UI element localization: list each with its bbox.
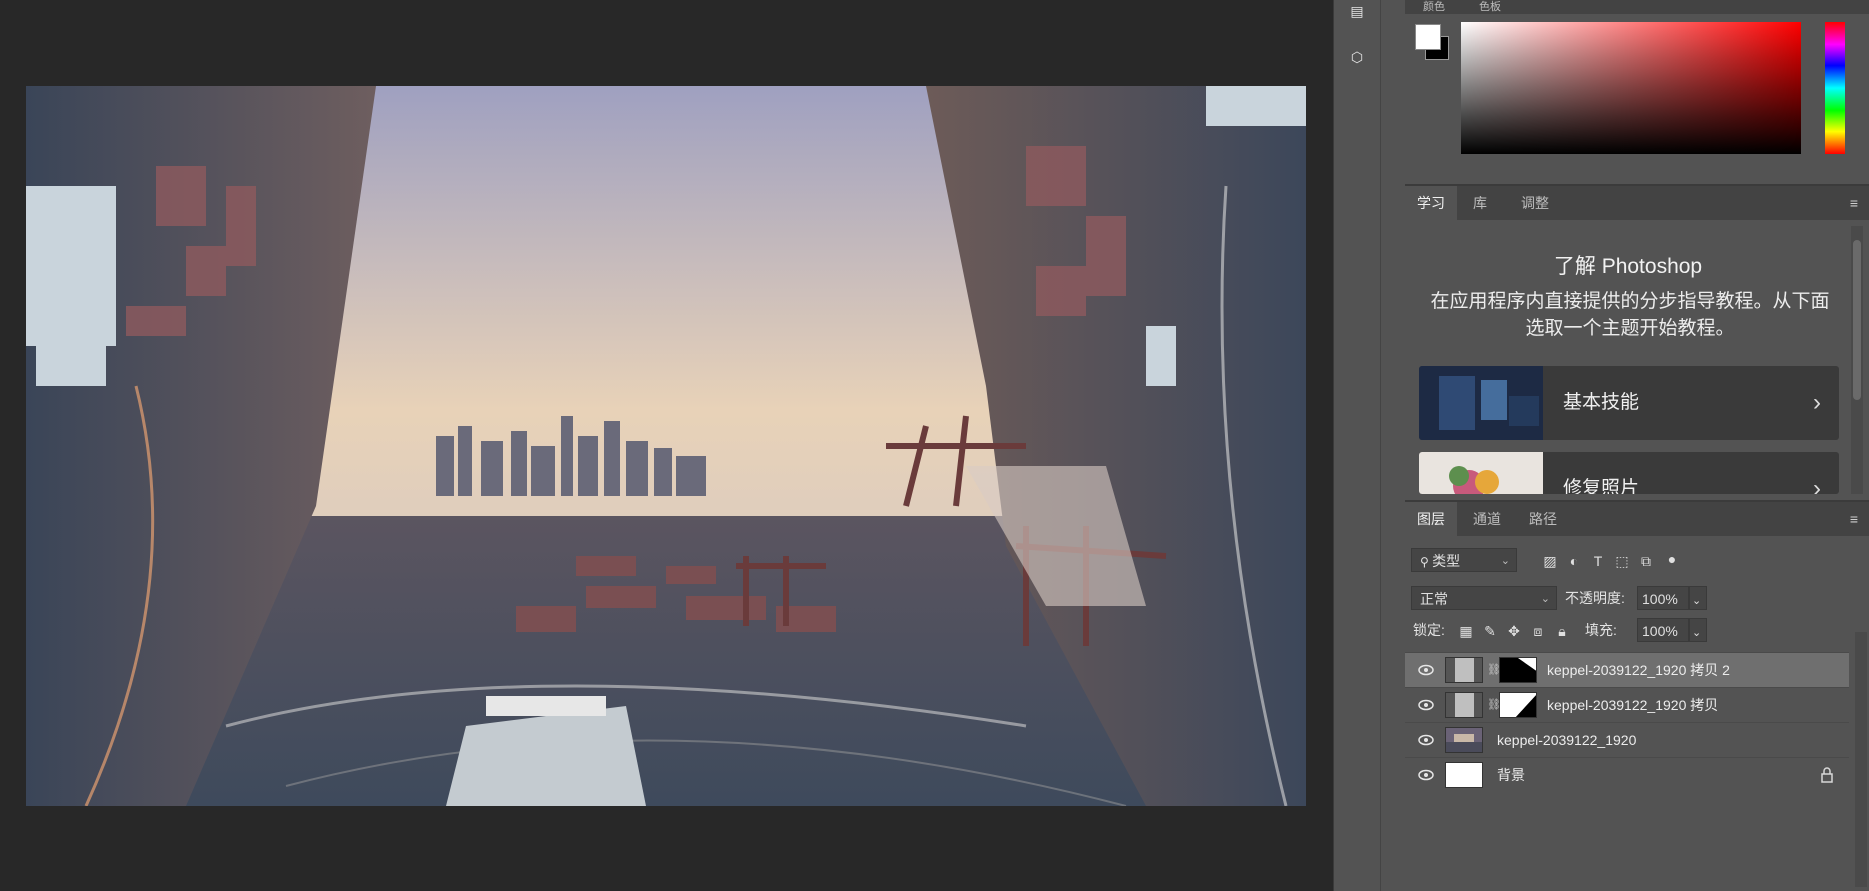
learn-card-label: 基本技能 [1563, 392, 1640, 413]
chevron-down-icon: ⌄ [1540, 593, 1550, 605]
layers-scrollbar[interactable] [1855, 632, 1867, 887]
dock-icon-column: ▤ ⬡ [1334, 0, 1381, 891]
fill-label: 填充: [1585, 622, 1617, 638]
learn-description: 在应用程序内直接提供的分步指导教程。从下面选取一个主题开始教程。 [1430, 291, 1830, 339]
lock-image-icon[interactable]: ✎ [1481, 622, 1499, 640]
tab-layers[interactable]: 图层 [1405, 502, 1457, 536]
right-panels: 颜色 色板 学习 库 调整 ≡ 了解 Photoshop 在应用程序内直接提供的… [1405, 0, 1869, 891]
inception-city-artwork [26, 86, 1306, 806]
3d-icon[interactable]: ⬡ [1345, 46, 1369, 68]
document-image[interactable] [26, 86, 1306, 806]
tab-swatches[interactable]: 色板 [1467, 0, 1513, 14]
layer-row[interactable]: ⛓ keppel-2039122_1920 拷贝 [1405, 687, 1849, 722]
opacity-value: 100% [1642, 591, 1678, 607]
opacity-dropdown[interactable]: ⌄ [1689, 586, 1707, 610]
learn-scrollbar[interactable] [1851, 226, 1863, 494]
color-panel-tabs: 颜色 色板 [1405, 0, 1869, 14]
chevron-right-icon: › [1813, 389, 1821, 416]
chevron-down-icon: ⌄ [1500, 555, 1510, 567]
chevron-right-icon: › [1813, 475, 1821, 494]
layer-row[interactable]: 背景 [1405, 757, 1849, 792]
layer-filter-row: ⚲ 类型 ⌄ ▨ ◐ T ⬚ ⧉ ● [1405, 546, 1855, 574]
color-picker-field[interactable] [1461, 22, 1801, 154]
pixel-filter-icon[interactable]: ▨ [1541, 552, 1559, 570]
chevron-down-icon: ⌄ [1692, 595, 1702, 607]
lock-transparent-icon[interactable]: ▦ [1457, 622, 1475, 640]
layer-name: keppel-2039122_1920 拷贝 2 [1547, 662, 1730, 678]
opacity-label: 不透明度: [1565, 590, 1625, 606]
search-icon: ⚲ [1420, 555, 1433, 569]
tab-adjustments[interactable]: 调整 [1509, 186, 1561, 220]
lock-all-icon[interactable]: 🔒︎ [1553, 622, 1571, 640]
layer-name: keppel-2039122_1920 [1497, 732, 1637, 748]
layer-name: keppel-2039122_1920 拷贝 [1547, 697, 1719, 713]
layer-name: 背景 [1497, 767, 1525, 783]
learn-title: 了解 Photoshop [1553, 255, 1703, 278]
fill-value: 100% [1642, 623, 1678, 639]
foreground-color-swatch[interactable] [1415, 24, 1441, 50]
chevron-down-icon: ⌄ [1692, 627, 1702, 639]
layer-thumbnail [1445, 692, 1483, 718]
lock-position-icon[interactable]: ✥ [1505, 622, 1523, 640]
tab-paths[interactable]: 路径 [1517, 502, 1569, 536]
panel-dock-strip: ▤ ⬡ [1333, 0, 1407, 891]
eye-icon[interactable] [1417, 731, 1435, 749]
layer-mask-thumbnail[interactable] [1499, 657, 1537, 683]
lock-artboard-icon[interactable]: ⧈ [1529, 622, 1547, 640]
layers-panel-tabs: 图层 通道 路径 ≡ [1405, 502, 1869, 536]
layers-panel: 图层 通道 路径 ≡ ⚲ 类型 ⌄ ▨ ◐ T ⬚ ⧉ ● 正常 ⌄ 不透明度: [1405, 502, 1869, 891]
layer-row[interactable]: keppel-2039122_1920 [1405, 722, 1849, 757]
lock-icon [1819, 766, 1835, 784]
layer-thumbnail [1445, 762, 1483, 788]
panel-menu-icon[interactable]: ≡ [1845, 502, 1863, 536]
history-icon[interactable]: ▤ [1345, 0, 1369, 22]
panel-menu-icon[interactable]: ≡ [1845, 186, 1863, 220]
blend-row: 正常 ⌄ 不透明度: 100% ⌄ [1405, 584, 1855, 612]
opacity-input[interactable]: 100% [1637, 586, 1689, 610]
link-icon[interactable]: ⛓ [1487, 661, 1501, 679]
fill-dropdown[interactable]: ⌄ [1689, 618, 1707, 642]
tab-channels[interactable]: 通道 [1461, 502, 1513, 536]
lock-label: 锁定: [1413, 622, 1445, 638]
filter-toggle-icon[interactable]: ● [1663, 550, 1681, 568]
hue-slider[interactable] [1825, 22, 1845, 154]
link-icon[interactable]: ⛓ [1487, 696, 1501, 714]
type-filter-icon[interactable]: T [1589, 552, 1607, 570]
layer-thumbnail [1445, 727, 1483, 753]
eye-icon[interactable] [1417, 766, 1435, 784]
learn-panel-tabs: 学习 库 调整 ≡ [1405, 186, 1869, 220]
learn-card-label: 修复照片 [1563, 478, 1640, 494]
tab-libraries[interactable]: 库 [1461, 186, 1499, 220]
basic-skills-thumbnail [1419, 366, 1543, 440]
adjustment-filter-icon[interactable]: ◐ [1565, 552, 1583, 570]
layer-mask-thumbnail[interactable] [1499, 692, 1537, 718]
lock-row: 锁定: ▦ ✎ ✥ ⧈ 🔒︎ 填充: 100% ⌄ [1405, 616, 1855, 644]
fill-input[interactable]: 100% [1637, 618, 1689, 642]
learn-card-basic-skills[interactable]: 基本技能 › [1419, 366, 1839, 440]
filter-label: 类型 [1432, 553, 1461, 569]
layer-thumbnail [1445, 657, 1483, 683]
layer-filter-dropdown[interactable]: ⚲ 类型 ⌄ [1411, 548, 1517, 572]
shape-filter-icon[interactable]: ⬚ [1613, 552, 1631, 570]
blend-mode-value: 正常 [1420, 591, 1448, 607]
learn-panel: 学习 库 调整 ≡ 了解 Photoshop 在应用程序内直接提供的分步指导教程… [1405, 186, 1869, 502]
learn-card-photo-repair[interactable]: 修复照片 › [1419, 452, 1839, 494]
document-canvas-area[interactable] [0, 0, 1333, 891]
eye-icon[interactable] [1417, 696, 1435, 714]
layer-row[interactable]: ⛓ keppel-2039122_1920 拷贝 2 [1405, 652, 1849, 687]
color-panel: 颜色 色板 [1405, 0, 1869, 186]
tab-color[interactable]: 颜色 [1411, 0, 1457, 14]
photo-repair-thumbnail [1419, 452, 1543, 494]
smart-object-filter-icon[interactable]: ⧉ [1637, 552, 1655, 570]
tab-learn[interactable]: 学习 [1405, 186, 1457, 220]
blend-mode-dropdown[interactable]: 正常 ⌄ [1411, 586, 1557, 610]
eye-icon[interactable] [1417, 661, 1435, 679]
